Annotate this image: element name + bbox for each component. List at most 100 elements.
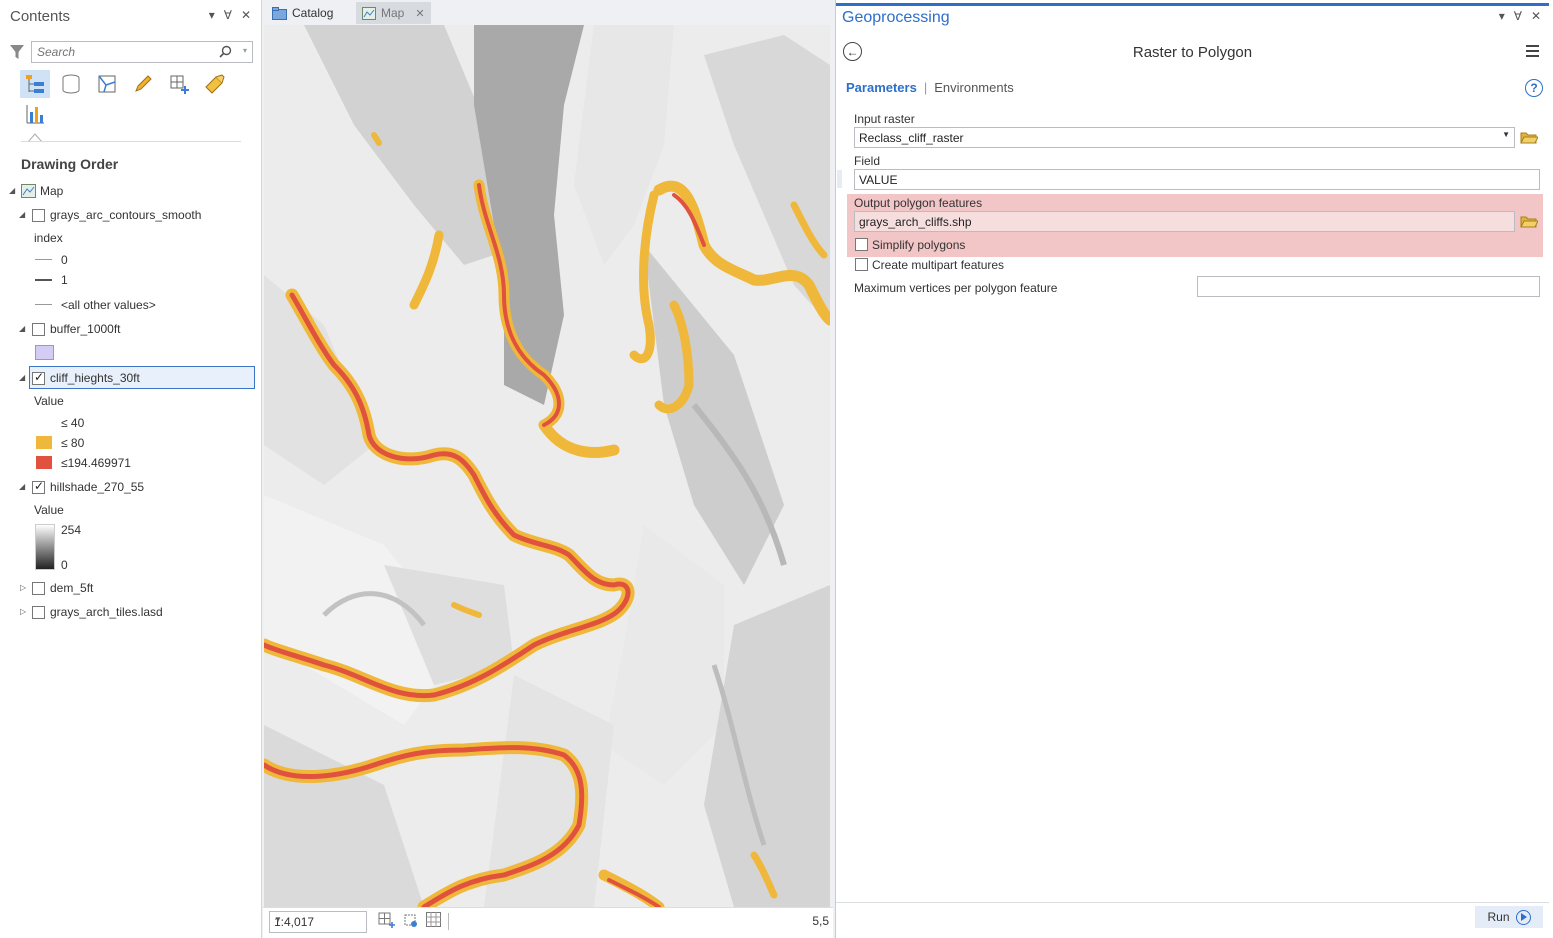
close-tab-icon[interactable]: ✕ [415, 7, 424, 20]
grid-icon[interactable] [426, 912, 441, 927]
output-polygon-input[interactable]: grays_arch_cliffs.shp [854, 211, 1515, 232]
chevron-down-icon: ▼ [1502, 130, 1510, 139]
layer-visibility-checkbox[interactable] [32, 582, 45, 595]
search-icon[interactable] [219, 45, 232, 58]
input-raster-select[interactable]: Reclass_cliff_raster ▼ [854, 127, 1515, 148]
selection-icon [98, 75, 116, 93]
layer-visibility-checkbox[interactable] [32, 606, 45, 619]
pane-accent-bar [836, 3, 1549, 6]
legend-swatch[interactable] [36, 436, 52, 449]
layer-visibility-checkbox[interactable] [32, 323, 45, 336]
close-icon[interactable]: ✕ [1531, 9, 1541, 23]
layer-name-contours[interactable]: grays_arc_contours_smooth [50, 208, 201, 222]
browse-folder-icon[interactable] [1520, 214, 1538, 228]
map-status-bar: 1:4,017 ▼ 5,5 [263, 907, 833, 938]
tab-parameters[interactable]: Parameters [846, 80, 917, 95]
max-vertices-input[interactable] [1197, 276, 1540, 297]
close-icon[interactable]: ✕ [241, 8, 251, 22]
browse-folder-icon[interactable] [1520, 130, 1538, 144]
layer-name-hillshade[interactable]: hillshade_270_55 [50, 480, 144, 494]
tab-environments[interactable]: Environments [934, 80, 1013, 95]
tab-separator: | [923, 80, 928, 95]
tab-catalog[interactable]: Catalog [266, 2, 339, 24]
multipart-label: Create multipart features [872, 258, 1005, 272]
hillshade-map[interactable] [264, 25, 830, 907]
pin-icon[interactable]: ∀ [224, 8, 232, 22]
map-view[interactable] [264, 25, 830, 907]
pane-options-icon[interactable]: ▾ [1499, 9, 1505, 23]
filter-icon[interactable] [10, 44, 24, 60]
search-field[interactable]: ▾ [31, 41, 253, 63]
toolbar-divider [21, 141, 241, 142]
layer-visibility-checkbox[interactable] [32, 209, 45, 222]
legend-line-thin [35, 304, 52, 305]
gp-tabs: Parameters | Environments [846, 80, 1014, 95]
field-label: Field [854, 154, 881, 168]
legend-title: Value [34, 503, 64, 517]
map-root-label[interactable]: Map [40, 184, 63, 198]
coordinate-readout: 5,5 [812, 914, 829, 928]
legend-swatch[interactable] [36, 417, 52, 430]
collapse-icon[interactable]: ◢ [19, 373, 25, 382]
output-polygon-value: grays_arch_cliffs.shp [859, 215, 972, 229]
list-by-snapping-button[interactable] [164, 70, 194, 98]
run-button[interactable]: Run [1475, 906, 1543, 928]
search-options-icon[interactable]: ▾ [243, 46, 247, 55]
pin-icon[interactable]: ∀ [1514, 9, 1522, 23]
scale-select[interactable]: 1:4,017 ▼ [269, 911, 367, 933]
geoprocessing-title: Geoprocessing [842, 9, 950, 26]
list-by-source-button[interactable] [56, 70, 86, 98]
collapse-icon[interactable]: ◢ [9, 186, 15, 195]
help-button[interactable]: ? [1525, 79, 1543, 97]
list-by-charts-button[interactable] [20, 100, 50, 128]
view-tab-bar: Catalog Map ✕ [263, 0, 833, 25]
legend-line-thick [35, 279, 52, 281]
collapse-icon[interactable]: ◢ [19, 324, 25, 333]
layer-visibility-checkbox[interactable] [32, 370, 45, 385]
layer-name-dem[interactable]: dem_5ft [50, 581, 93, 595]
fixed-zoom-icon[interactable] [378, 912, 395, 929]
legend-label: <all other values> [61, 298, 156, 312]
status-divider [448, 913, 449, 930]
legend-swatch[interactable] [35, 345, 54, 360]
layer-visibility-checkbox[interactable] [32, 479, 45, 494]
output-polygon-label: Output polygon features [854, 196, 983, 210]
search-input[interactable] [32, 42, 202, 62]
legend-label: 0 [61, 253, 68, 267]
database-icon [62, 74, 80, 94]
expand-icon[interactable]: ▷ [20, 607, 26, 616]
menu-button[interactable] [1526, 45, 1539, 60]
label-pencil-icon [205, 74, 225, 94]
contents-pane: Contents ▾ ∀ ✕ ▾ [0, 0, 262, 938]
legend-color-ramp[interactable] [35, 524, 55, 570]
gp-footer-divider [836, 902, 1549, 903]
multipart-checkbox[interactable] [855, 258, 868, 271]
legend-swatch[interactable] [36, 456, 52, 469]
drawing-order-heading: Drawing Order [21, 156, 119, 172]
contents-title: Contents [10, 8, 71, 25]
list-by-selection-button[interactable] [92, 70, 122, 98]
contents-toolbar-row-2 [20, 100, 50, 128]
chevron-down-icon: ▼ [274, 915, 282, 924]
legend-label: ≤ 80 [61, 436, 85, 450]
list-by-editing-button[interactable] [128, 70, 158, 98]
snapping-toggle-icon[interactable] [402, 912, 419, 929]
layer-name-lasd[interactable]: grays_arch_tiles.lasd [50, 605, 163, 619]
simplify-polygons-checkbox[interactable] [855, 238, 868, 251]
list-by-drawing-order-button[interactable] [20, 70, 50, 98]
pane-options-icon[interactable]: ▾ [209, 8, 215, 22]
list-by-labeling-button[interactable] [200, 70, 230, 98]
legend-label: ≤194.469971 [61, 456, 131, 470]
layer-name-buffer[interactable]: buffer_1000ft [50, 322, 121, 336]
tab-map[interactable]: Map ✕ [356, 2, 431, 24]
layer-name-cliff-heights[interactable]: cliff_hieghts_30ft [50, 371, 140, 385]
field-select[interactable]: VALUE [854, 169, 1540, 190]
geoprocessing-pane: Geoprocessing ▾ ∀ ✕ ← Raster to Polygon … [835, 0, 1553, 938]
collapse-icon[interactable]: ◢ [19, 482, 25, 491]
ramp-max-label: 254 [61, 523, 82, 537]
question-icon: ? [1530, 81, 1538, 95]
expand-icon[interactable]: ▷ [20, 583, 26, 592]
contents-pane-controls: ▾ ∀ ✕ [209, 8, 251, 22]
collapse-icon[interactable]: ◢ [19, 210, 25, 219]
legend-label: 1 [61, 273, 68, 287]
